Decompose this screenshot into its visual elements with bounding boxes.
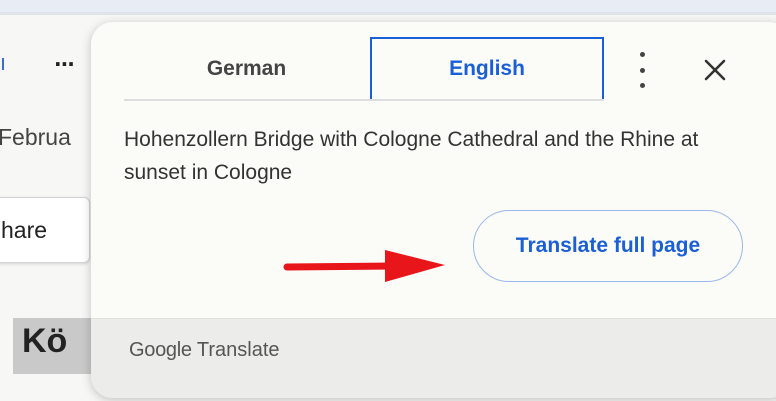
footer-brand-google: Google [129, 339, 192, 361]
tabs-divider [124, 99, 604, 101]
background-more-icon[interactable]: ··· [54, 52, 75, 76]
background-page-heading: Kö [22, 322, 68, 360]
popup-footer: Google Translate [91, 318, 776, 398]
footer-brand-product: Translate [196, 339, 280, 361]
background-share-button[interactable]: hare [0, 197, 90, 263]
background-share-label: hare [1, 217, 48, 243]
more-options-icon[interactable] [628, 52, 656, 88]
tab-german[interactable]: German [124, 37, 369, 101]
browser-top-strip [0, 0, 776, 12]
translate-full-page-button[interactable]: Translate full page [473, 210, 743, 282]
background-link-fragment [2, 58, 4, 70]
translate-popup: German English Hohenzollern Bridge with … [91, 22, 776, 398]
top-strip-divider [0, 12, 776, 15]
close-icon[interactable] [702, 54, 728, 84]
background-date-text: Februa [0, 124, 71, 150]
google-translate-logo: Google Translate [129, 339, 280, 362]
translated-text: Hohenzollern Bridge with Cologne Cathedr… [124, 128, 699, 184]
red-arrow-icon [283, 250, 445, 282]
tab-english[interactable]: English [370, 37, 604, 101]
